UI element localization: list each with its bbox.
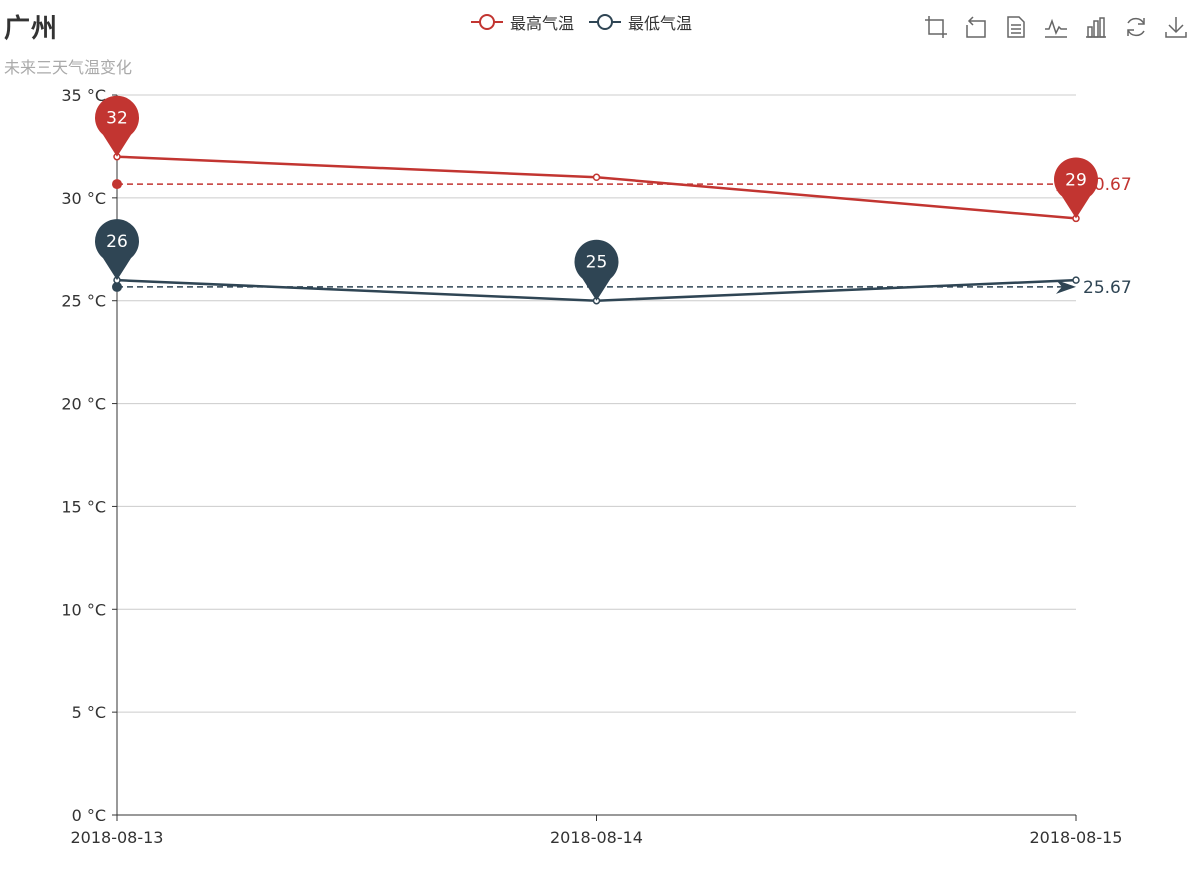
mark-point-label: 25 [586,253,608,273]
y-tick-label: 20 °C [61,395,106,414]
x-tick-label: 2018-08-13 [71,828,164,847]
average-line-start [112,179,122,190]
zoom-icon[interactable] [922,12,950,42]
zoom-reset-icon[interactable] [962,12,990,42]
x-tick-label: 2018-08-15 [1030,828,1123,847]
mark-point-label: 26 [106,232,128,252]
y-tick-label: 0 °C [72,806,106,825]
legend-marker-max-icon [471,14,503,30]
data-view-icon[interactable] [1002,12,1030,42]
chart-subtitle: 未来三天气温变化 [4,58,133,77]
legend-marker-min-icon [589,14,622,30]
y-tick-label: 15 °C [61,497,106,516]
bar-chart-icon[interactable] [1082,12,1110,42]
x-tick-label: 2018-08-14 [550,828,643,847]
y-tick-label: 25 °C [61,292,106,311]
legend-item-min-temp[interactable]: 最低气温 [588,10,692,34]
average-line-label: 25.67 [1083,278,1132,298]
toolbox [922,12,1189,42]
y-tick-label: 35 °C [61,86,106,105]
data-point [1072,276,1080,284]
legend-label-max-temp: 最高气温 [510,14,575,33]
restore-icon[interactable] [1122,12,1150,42]
line-chart-icon[interactable] [1042,12,1070,42]
legend: 最高气温 最低气温 [470,10,692,34]
chart-title: 广州 [4,14,59,44]
y-tick-label: 5 °C [72,703,106,722]
y-tick-label: 10 °C [61,600,106,619]
legend-item-max-temp[interactable]: 最高气温 [470,10,574,34]
series-line [116,155,1077,220]
legend-label-min-temp: 最低气温 [628,14,693,33]
mark-point-label: 32 [106,109,128,129]
mark-point-label: 29 [1065,170,1087,190]
save-image-icon[interactable] [1162,12,1189,42]
line-chart: 0 °C 5 °C 10 °C 15 °C 20 °C 25 °C 30 °C 35 °C 20… [61,86,1132,847]
data-point [592,173,601,182]
y-tick-label: 30 °C [61,189,106,208]
